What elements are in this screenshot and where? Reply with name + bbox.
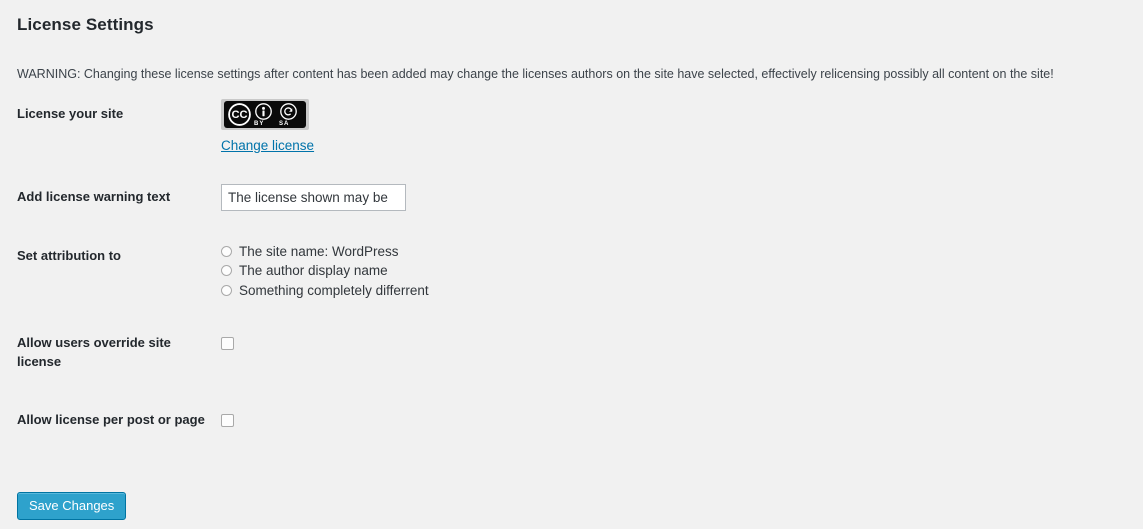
cc-sa-caption: SA	[279, 121, 290, 127]
field-license-your-site: CC BY SA Change license	[221, 88, 1143, 171]
radio-option-site-name[interactable]: The site name: WordPress	[221, 242, 1133, 262]
radio-label-author-display-name: The author display name	[239, 263, 388, 279]
radio-input-site-name[interactable]	[221, 245, 232, 257]
license-warning-text-input[interactable]	[221, 183, 406, 211]
checkbox-allow-license-per-post[interactable]	[221, 413, 234, 427]
change-license-link[interactable]: Change license	[221, 137, 314, 156]
license-settings-form: License your site CC BY SA Change licens…	[0, 88, 1143, 450]
page-title: License Settings	[17, 15, 154, 34]
submit-area: Save Changes	[17, 492, 127, 520]
radio-input-author-display-name[interactable]	[221, 265, 232, 277]
cc-sa-icon	[280, 103, 297, 120]
label-allow-license-per-post-or-page: Allow license per post or page	[17, 411, 205, 427]
radio-option-something-different[interactable]: Something completely differrent	[221, 281, 1133, 301]
save-changes-button[interactable]: Save Changes	[17, 492, 127, 520]
cc-icon: CC	[228, 103, 251, 126]
form-row-attribution: Set attribution to The site name: WordPr…	[0, 227, 1143, 316]
cc-by-icon	[255, 103, 272, 120]
form-row-warning-text: Add license warning text	[0, 171, 1143, 227]
form-row-license-site: License your site CC BY SA Change licens…	[0, 88, 1143, 171]
form-row-allow-users-override: Allow users override site license	[0, 315, 1143, 392]
field-allow-license-per-post-or-page	[221, 392, 1143, 450]
cc-by-caption: BY	[254, 121, 265, 127]
license-settings-page: License Settings WARNING: Changing these…	[0, 0, 1143, 529]
label-set-attribution-to: Set attribution to	[17, 247, 121, 263]
radio-option-author-display-name[interactable]: The author display name	[221, 261, 1133, 281]
checkbox-allow-users-override[interactable]	[221, 337, 234, 351]
radio-label-site-name: The site name: WordPress	[239, 243, 399, 259]
field-set-attribution-to: The site name: WordPress The author disp…	[221, 227, 1143, 316]
field-add-license-warning-text	[221, 171, 1143, 227]
cc-license-badge[interactable]: CC BY SA	[221, 99, 309, 130]
svg-text:CC: CC	[231, 109, 247, 121]
label-license-your-site: License your site	[17, 106, 124, 121]
radio-label-something-different: Something completely differrent	[239, 282, 429, 298]
license-warning-notice: WARNING: Changing these license settings…	[17, 66, 1054, 81]
field-allow-users-override-site-license	[221, 315, 1143, 392]
radio-input-something-different[interactable]	[221, 284, 232, 296]
label-allow-users-override-site-license: Allow users override site license	[17, 335, 171, 370]
form-row-allow-license-per-post: Allow license per post or page	[0, 392, 1143, 450]
attribution-radio-group: The site name: WordPress The author disp…	[221, 242, 1133, 301]
label-add-license-warning-text: Add license warning text	[17, 188, 171, 204]
cc-license-badge-inner: CC BY SA	[224, 101, 306, 128]
